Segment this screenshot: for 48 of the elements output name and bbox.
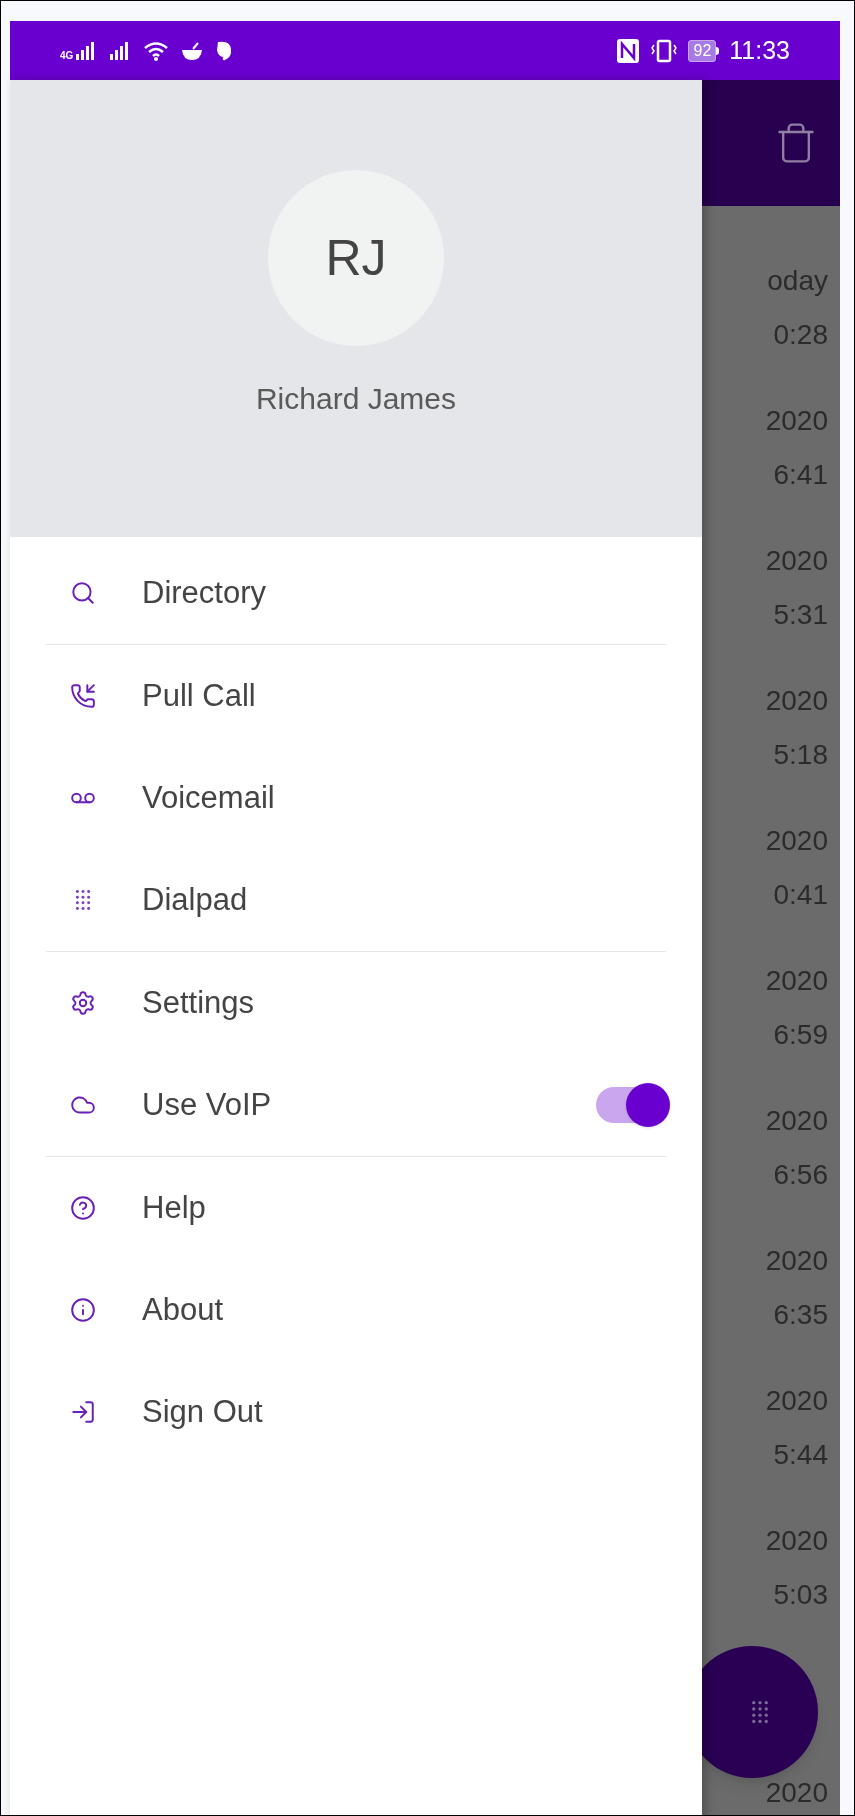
date-text: 2020 (765, 1776, 828, 1810)
menu-item[interactable]: Use VoIP (46, 1054, 666, 1156)
time-text: 5:44 (773, 1438, 828, 1472)
time-text: 0:28 (773, 318, 828, 352)
date-text: 2020 (765, 1104, 828, 1138)
date-text: 2020 (765, 1524, 828, 1558)
network-label: 4G (60, 50, 74, 61)
time-text: 5:03 (773, 1578, 828, 1612)
wifi-icon (143, 39, 170, 62)
menu-item[interactable]: Directory (46, 542, 666, 644)
menu-item[interactable]: Voicemail (46, 747, 666, 849)
time-text: 5:18 (773, 738, 828, 772)
dialpad-icon (74, 889, 92, 911)
date-text: 2020 (765, 964, 828, 998)
menu-item[interactable]: Dialpad (46, 849, 666, 951)
menu-item[interactable]: Help (46, 1157, 666, 1259)
battery-indicator: 92 (688, 39, 720, 62)
date-text: 2020 (765, 544, 828, 578)
menu-item[interactable]: About (46, 1259, 666, 1361)
time-text: 6:35 (773, 1298, 828, 1332)
nfc-icon (616, 37, 641, 64)
time-text: 6:59 (773, 1018, 828, 1052)
date-text: 2020 (765, 1384, 828, 1418)
avatar: RJ (268, 170, 444, 346)
user-name: Richard James (255, 381, 457, 417)
help-icon (70, 1195, 96, 1221)
time-text: 6:41 (773, 458, 828, 492)
signal-icon (75, 40, 96, 61)
date-text: 2020 (765, 1244, 828, 1278)
menu-item[interactable]: Pull Call (46, 645, 666, 747)
time-text: 5:31 (773, 598, 828, 632)
menu-item[interactable]: Settings (46, 952, 666, 1054)
settings-icon (70, 990, 96, 1016)
search-icon (70, 580, 96, 606)
time-text: 6:56 (773, 1158, 828, 1192)
date-text: 2020 (765, 404, 828, 438)
date-text: 2020 (765, 684, 828, 718)
bowl-icon (181, 40, 204, 61)
date-text: 2020 (765, 824, 828, 858)
info-icon (70, 1297, 96, 1323)
clock-time: 11:33 (729, 34, 790, 66)
phone-icon (70, 683, 96, 709)
sign-out-icon (70, 1399, 96, 1425)
menu-item[interactable]: Sign Out (46, 1361, 666, 1463)
date-text: oday (767, 264, 828, 298)
time-text: 0:41 (773, 878, 828, 912)
vibrate-icon (650, 38, 679, 63)
dialpad-icon (750, 1700, 770, 1724)
